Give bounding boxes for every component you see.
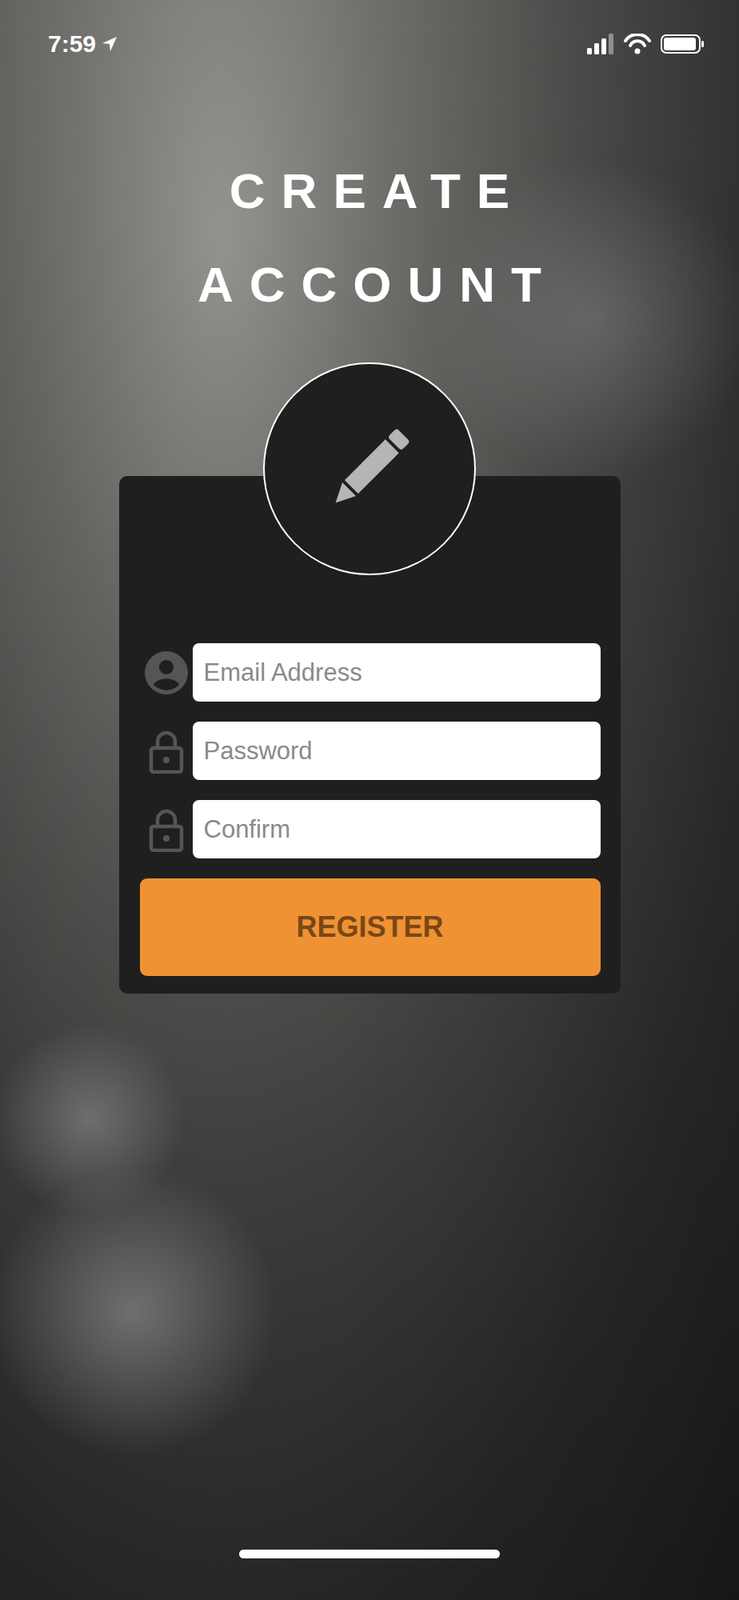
email-input[interactable] (192, 643, 601, 702)
status-icons (587, 33, 706, 55)
status-time: 7:59 (47, 30, 119, 58)
battery-icon (660, 34, 706, 54)
field-row (143, 721, 601, 780)
field-row (143, 799, 601, 859)
lock-icon (143, 728, 189, 774)
title-line: ACCOUNT (181, 237, 558, 332)
signal-icon (587, 33, 615, 55)
status-bar: 7:59 (0, 0, 739, 88)
lock-icon (143, 806, 189, 852)
person-icon (143, 650, 189, 696)
register-button[interactable]: REGISTER (139, 878, 601, 976)
password-input[interactable] (192, 799, 601, 859)
title-line: CREATE (213, 143, 526, 238)
page-title: CREATEACCOUNT (0, 143, 739, 332)
location-arrow-icon (100, 35, 119, 53)
time-text: 7:59 (47, 30, 96, 58)
pencil-icon (318, 417, 421, 520)
field-row (143, 643, 601, 702)
password-input[interactable] (192, 721, 601, 780)
wifi-icon (623, 33, 652, 55)
home-indicator[interactable] (239, 1549, 500, 1558)
avatar-badge[interactable] (263, 362, 476, 576)
register-card: REGISTER (119, 475, 621, 994)
